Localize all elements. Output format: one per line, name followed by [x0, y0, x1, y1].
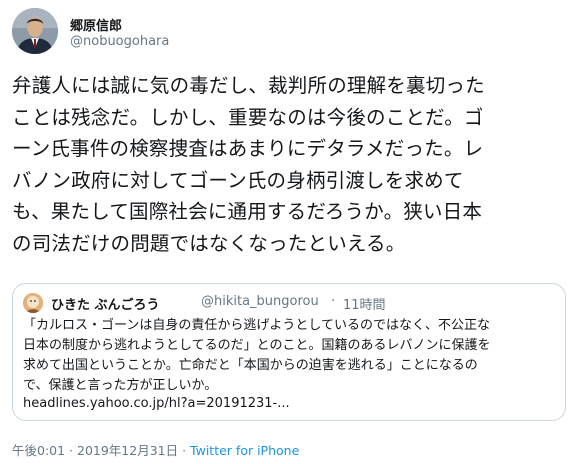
quoted-separator: ·: [331, 294, 336, 309]
quoted-text: 「カルロス・ゴーンは自身の責任から逃げようとしているのではなく、不公正な 日本の…: [23, 318, 491, 393]
tweet-text: 弁護人には誠に気の毒だし、裁判所の理解を裏切った ことは残念だ。しかし、重要なの…: [12, 74, 485, 255]
tweet-source-link[interactable]: Twitter for iPhone: [190, 443, 299, 458]
tweet-timestamp[interactable]: 午後0:01 · 2019年12月31日 ·: [12, 443, 190, 458]
author-handle[interactable]: @nobuogohara: [70, 34, 169, 49]
author-name[interactable]: 郷原信郎: [70, 15, 122, 34]
quoted-author-avatar: [23, 293, 43, 313]
quoted-link[interactable]: headlines.yahoo.co.jp/hl?a=20191231-...: [23, 396, 290, 411]
quoted-author-name: ひきた ぶんごろう: [51, 298, 160, 313]
tweet-footer: 午後0:01 · 2019年12月31日 · Twitter for iPhon…: [12, 440, 299, 459]
quoted-time[interactable]: 11時間: [343, 294, 386, 313]
quoted-tweet[interactable]: ひきた ぶんごろう @hikita_bungorou · 11時間 「カルロス・…: [12, 283, 566, 421]
tweet-header: 郷原信郎 @nobuogohara: [12, 6, 576, 60]
quoted-author-handle: @hikita_bungorou: [201, 294, 319, 309]
author-avatar[interactable]: [12, 8, 58, 54]
